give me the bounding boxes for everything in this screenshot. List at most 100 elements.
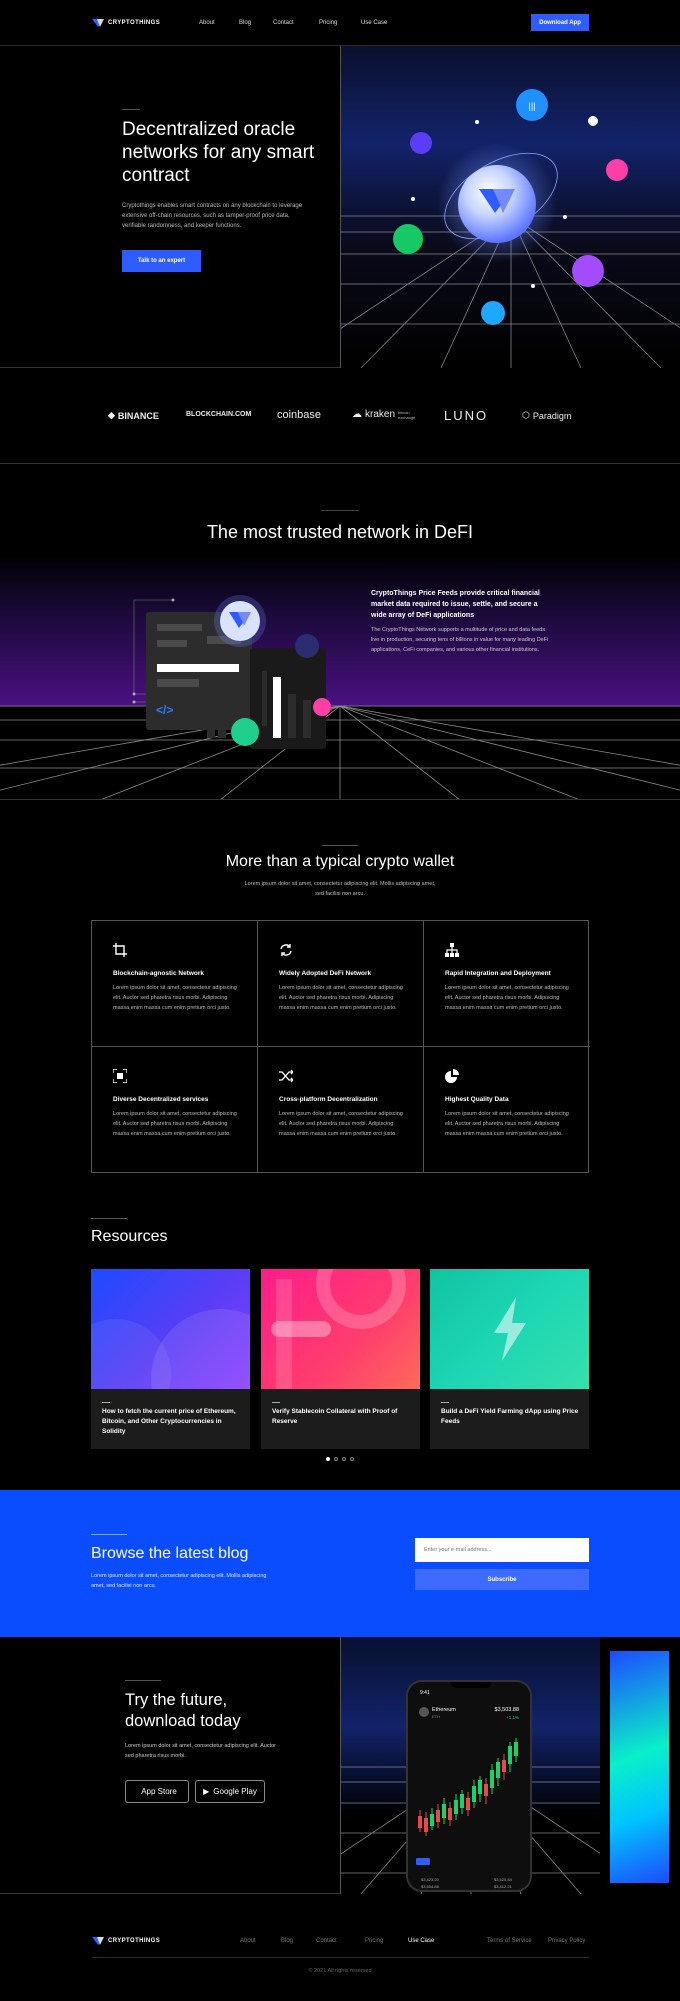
partner-coinbase: coinbase [277,409,322,421]
footer-pricing[interactable]: Pricing [365,1938,383,1944]
crop-icon [113,943,127,957]
brand-name: CRYPTOTHINGS [108,20,161,26]
feature-text: Lorem ipsum dolor sit amet, consectetur … [445,1111,569,1137]
download-app-button[interactable]: Download App [531,14,589,31]
carousel-dot[interactable] [334,1457,338,1461]
partner-luno: LUNO [444,408,489,423]
binance-icon: ◆ [108,410,115,420]
trusted-title: The most trusted network in DeFI [206,522,474,542]
feature-card: Widely Adopted DeFi Network Lorem ipsum … [258,921,424,1047]
resource-image [91,1269,250,1389]
resource-title: How to fetch the current price of Ethere… [102,1408,236,1435]
kraken-icon: ☁ [352,409,362,420]
resources-divider [91,1218,127,1219]
nav-contact[interactable]: Contact [273,20,294,26]
svg-text:|||: ||| [528,101,535,111]
features-title: More than a typical crypto wallet [225,853,455,870]
phone-stat: $3,554.88 [421,1884,439,1889]
phone-stat: $3,520.84 [494,1877,512,1882]
refresh-icon [280,944,292,956]
footer-privacy[interactable]: Privacy Policy [548,1938,585,1944]
footer-contact[interactable]: Contact [316,1938,337,1944]
ethereum-icon [419,1707,429,1717]
brand-mark-icon [92,1937,104,1945]
feature-title: Blockchain-agnostic Network [113,970,205,977]
brand-name: CRYPTOTHINGS [108,1938,161,1944]
phone-price: $3,503.88 [494,1707,519,1713]
feature-card: Blockchain-agnostic Network Lorem ipsum … [92,921,258,1047]
hero-description: Cryptothings enables smart contracts on … [122,203,303,229]
partners-strip [0,368,680,464]
carousel-dot[interactable] [342,1457,346,1461]
trusted-grid-graphic: </> [0,595,680,799]
shuffle-icon [279,1069,293,1083]
talk-to-expert-button[interactable]: Talk to an expert [122,250,201,272]
footer-brand-logo[interactable]: CRYPTOTHINGS [92,1937,160,1945]
footer-terms[interactable]: Terms of Service [487,1938,532,1944]
trusted-divider [321,510,359,511]
hero-illustration: ||| [341,46,680,368]
nav-pricing[interactable]: Pricing [319,20,337,26]
trusted-section: </> [0,464,680,800]
phone-change: +1.1% [506,1715,519,1720]
hero-title: Decentralized oracle networks for any sm… [122,119,315,186]
footer-use-case[interactable]: Use Case [408,1938,434,1944]
svg-text:</>: </> [156,703,173,717]
hero-divider [122,109,140,110]
feature-card: Cross-platform Decentralization Lorem ip… [258,1047,424,1173]
feature-title: Highest Quality Data [445,1096,509,1103]
download-subtitle: Lorem ipsum dolor sit amet, consectetur … [125,1743,277,1759]
candlestick-chart [418,1738,518,1836]
phone-stat: $3,412.21 [494,1884,512,1889]
copyright: © 2021 All rights reserved [308,1968,372,1974]
feature-card: Diverse Decentralized services Lorem ips… [92,1047,258,1173]
blog-divider [91,1534,127,1535]
feature-text: Lorem ipsum dolor sit amet, consectetur … [113,985,237,1011]
play-icon: ▶ [203,1787,210,1796]
resource-card[interactable]: How to fetch the current price of Ethere… [91,1269,250,1449]
carousel-dot-active[interactable] [326,1457,330,1461]
focus-icon [113,1069,127,1083]
hierarchy-icon [445,943,459,957]
hero-grid-graphic: ||| [341,89,680,368]
brand-logo[interactable]: CRYPTOTHINGS [92,19,160,27]
nav-use-case[interactable]: Use Case [361,20,387,26]
feature-text: Lorem ipsum dolor sit amet, consectetur … [279,985,403,1011]
footer-about[interactable]: About [240,1938,256,1944]
feature-title: Rapid Integration and Deployment [445,970,551,977]
trusted-body: The CryptoThings Network supports a mult… [371,627,549,653]
google-play-button[interactable]: ▶ Google Play [195,1780,265,1803]
subscribe-button[interactable]: Subscribe [415,1569,589,1590]
resource-card[interactable]: Build a DeFi Yield Farming dApp using Pr… [430,1269,589,1449]
partner-binance: ◆ BINANCE [108,410,159,421]
resource-card[interactable]: Verify Stablecoin Collateral with Proof … [261,1269,420,1449]
nav-about[interactable]: About [199,20,215,26]
footer-divider [92,1957,589,1958]
nav-blog[interactable]: Blog [239,20,251,26]
paradigm-icon: ⬡ [522,410,530,420]
features-grid: Blockchain-agnostic Network Lorem ipsum … [91,920,590,1173]
phone-coin-name: Ethereum [432,1707,456,1713]
footer-blog[interactable]: Blog [281,1938,293,1944]
resource-image [261,1269,420,1389]
trusted-lead: CryptoThings Price Feeds provide critica… [371,590,540,619]
decorative-gradient-panel [610,1651,669,1883]
phone-time: 9:41 [420,1690,430,1696]
app-store-button[interactable]: App Store [125,1780,189,1803]
feature-card: Rapid Integration and Deployment Lorem i… [424,921,590,1047]
blog-subtitle: Lorem ipsum dolor sit amet, consectetur … [91,1573,267,1589]
feature-title: Diverse Decentralized services [113,1096,209,1103]
partner-paradigm: ⬡ Paradigm [522,410,572,421]
email-input[interactable] [415,1538,589,1562]
feature-text: Lorem ipsum dolor sit amet, consectetur … [279,1111,403,1137]
resource-image [430,1269,589,1389]
pie-chart-icon [445,1069,459,1083]
resources-title: Resources [91,1228,168,1245]
carousel-dot[interactable] [350,1457,354,1461]
resource-title: Build a DeFi Yield Farming dApp using Pr… [441,1408,579,1425]
feature-card: Highest Quality Data Lorem ipsum dolor s… [424,1047,590,1173]
footer [0,1894,680,2001]
lightning-icon [494,1297,526,1361]
partner-blockchain: BLOCKCHAIN.COM [186,411,252,418]
feature-text: Lorem ipsum dolor sit amet, consectetur … [113,1111,237,1137]
